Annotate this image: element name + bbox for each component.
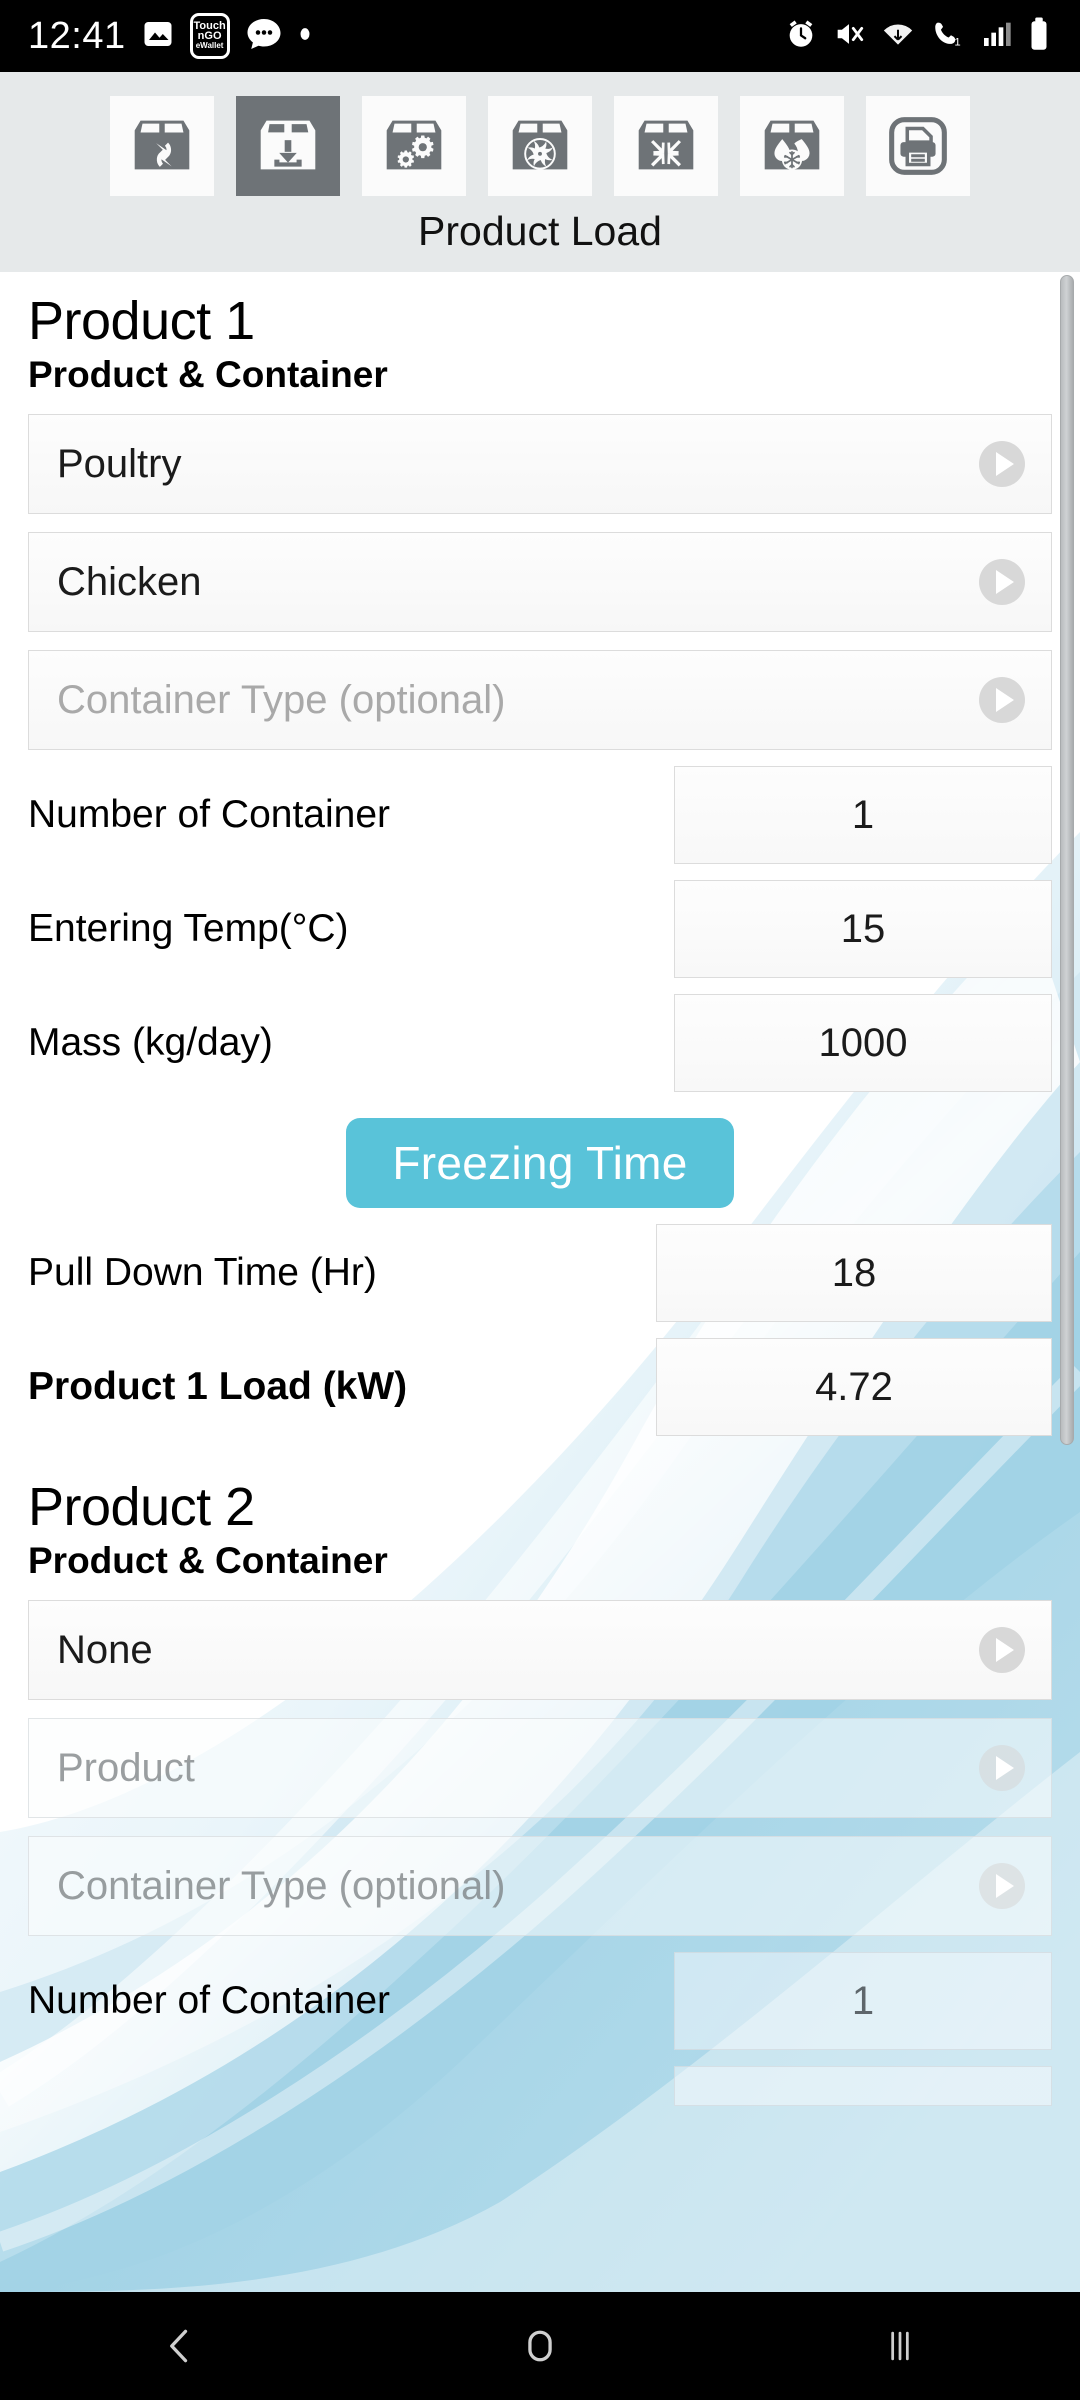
call-wifi-icon: 1: [930, 17, 966, 56]
status-bar-left: 12:41 Touch nGO eWallet: [28, 13, 312, 59]
infiltration-load-icon[interactable]: [614, 96, 718, 196]
chevron-right-icon[interactable]: [979, 559, 1025, 605]
product-2-product-select[interactable]: Product: [28, 1718, 1052, 1818]
product-2-heading: Product 2: [28, 1477, 255, 1537]
product-2-next-row-partial: [28, 2066, 1052, 2106]
product-1-category-value: Poultry: [57, 441, 182, 486]
product-2-disabled-group: Product Container Type (optional) Number…: [28, 1718, 1052, 2106]
product-load-form: Product 1 Product & Container Poultry Ch…: [0, 272, 1080, 2292]
toolbar-icon-row: [0, 72, 1080, 196]
product-1-subheading: Product & Container: [28, 354, 388, 395]
product-2-container-placeholder: Container Type (optional): [57, 1863, 506, 1908]
product-1-entering-temp-input[interactable]: 15: [674, 880, 1052, 978]
back-icon: [170, 2329, 188, 2363]
page-title: Product Load: [418, 208, 662, 254]
product-1-heading: Product 1: [28, 291, 255, 351]
scrollbar-thumb[interactable]: [1060, 275, 1074, 1445]
status-bar: 12:41 Touch nGO eWallet 1: [0, 0, 1080, 72]
chevron-right-icon[interactable]: [979, 441, 1025, 487]
dot-icon: [298, 27, 312, 46]
product-1-load-value: 4.72: [656, 1338, 1052, 1436]
back-button[interactable]: [100, 2292, 260, 2400]
home-button[interactable]: [460, 2292, 620, 2400]
wifi-icon: [880, 17, 916, 56]
freezing-time-button[interactable]: Freezing Time: [346, 1118, 734, 1208]
android-nav-bar: [0, 2292, 1080, 2400]
product-1-pull-down-time-input[interactable]: 18: [656, 1224, 1052, 1322]
alarm-icon: [784, 17, 818, 56]
product-2-subheading: Product & Container: [28, 1540, 388, 1581]
chevron-right-icon[interactable]: [979, 1863, 1025, 1909]
chevron-right-icon[interactable]: [979, 1627, 1025, 1673]
product-2-container-select[interactable]: Container Type (optional): [28, 1836, 1052, 1936]
svg-text:1: 1: [954, 36, 960, 48]
product-2-product-placeholder: Product: [57, 1745, 195, 1790]
product-2-category-select[interactable]: None: [28, 1600, 1052, 1700]
product-1-entering-temp-label: Entering Temp(°C): [28, 907, 349, 950]
status-bar-right: 1: [784, 16, 1052, 57]
transmission-load-icon[interactable]: [110, 96, 214, 196]
product-1-entering-temp-row: Entering Temp(°C) 15: [28, 880, 1052, 978]
product-1-pull-down-time-row: Pull Down Time (Hr) 18: [28, 1224, 1052, 1322]
product-1-container-placeholder: Container Type (optional): [57, 677, 506, 722]
chevron-right-icon[interactable]: [979, 677, 1025, 723]
product-2-number-of-container-input[interactable]: 1: [674, 1952, 1052, 2050]
wallet-line-2: nGO: [197, 30, 222, 42]
product-1-number-of-container-input[interactable]: 1: [674, 766, 1052, 864]
product-1-number-of-container-label: Number of Container: [28, 793, 391, 836]
battery-icon: [1026, 16, 1052, 57]
recents-button[interactable]: [820, 2292, 980, 2400]
product-1-section: Product 1 Product & Container Poultry Ch…: [28, 290, 1052, 1436]
product-1-mass-input[interactable]: 1000: [674, 994, 1052, 1092]
wallet-line-3: eWallet: [195, 41, 224, 50]
ventilation-load-icon[interactable]: [488, 96, 592, 196]
product-1-load-row: Product 1 Load (kW) 4.72: [28, 1338, 1052, 1436]
product-1-load-label: Product 1 Load (kW): [28, 1365, 408, 1408]
product-1-category-select[interactable]: Poultry: [28, 414, 1052, 514]
product-2-number-of-container-row: Number of Container 1: [28, 1952, 1052, 2050]
product-1-number-of-container-row: Number of Container 1: [28, 766, 1052, 864]
photos-icon: [140, 16, 176, 57]
product-2-section: Product 2 Product & Container None Produ…: [28, 1476, 1052, 2106]
product-1-product-value: Chicken: [57, 559, 202, 604]
message-icon: [244, 16, 284, 57]
product-2-category-value: None: [57, 1627, 153, 1672]
defrost-load-icon[interactable]: [740, 96, 844, 196]
vertical-scrollbar[interactable]: [1060, 275, 1074, 1445]
recents-icon: [891, 2331, 909, 2361]
print-icon[interactable]: [866, 96, 970, 196]
touch-n-go-wallet-icon: Touch nGO eWallet: [189, 13, 230, 59]
signal-icon: [980, 18, 1012, 55]
product-1-container-select[interactable]: Container Type (optional): [28, 650, 1052, 750]
product-1-mass-label: Mass (kg/day): [28, 1021, 273, 1064]
equipment-load-icon[interactable]: [362, 96, 466, 196]
mute-icon: [832, 17, 866, 56]
product-2-next-input[interactable]: [674, 2066, 1052, 2106]
chevron-right-icon[interactable]: [979, 1745, 1025, 1791]
top-toolbar: Product Load: [0, 72, 1080, 272]
freezing-time-row: Freezing Time: [28, 1118, 1052, 1208]
home-icon: [528, 2330, 552, 2362]
status-clock: 12:41: [28, 14, 126, 57]
product-load-icon[interactable]: [236, 96, 340, 196]
product-1-product-select[interactable]: Chicken: [28, 532, 1052, 632]
product-1-pull-down-time-label: Pull Down Time (Hr): [28, 1251, 377, 1294]
product-2-number-of-container-label: Number of Container: [28, 1979, 391, 2022]
product-1-mass-row: Mass (kg/day) 1000: [28, 994, 1052, 1092]
